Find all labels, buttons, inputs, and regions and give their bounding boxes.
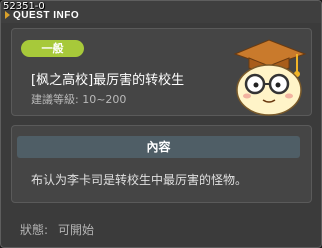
quest-info-window: 52351-0 QUEST INFO 一般 [枫之高校]最厉害的转校生 建議等級… — [0, 0, 322, 248]
quest-name: [枫之高校]最厉害的转校生 — [31, 73, 185, 88]
window-title: QUEST INFO — [13, 10, 80, 21]
title-bullet-icon — [5, 11, 10, 19]
quest-description: 布认为李卡司是转校生中最厉害的怪物。 — [31, 173, 248, 187]
title-bar[interactable]: 52351-0 QUEST INFO — [1, 1, 321, 23]
status-label: 狀態: — [20, 223, 49, 237]
content-section-header: 內容 — [17, 136, 300, 158]
quest-status: 狀態: 可開始 — [20, 221, 104, 238]
graduation-mascot-icon — [233, 39, 307, 116]
level-range: 建議等級: 10~200 — [31, 93, 127, 106]
status-value: 可開始 — [58, 223, 95, 237]
category-badge: 一般 — [21, 40, 84, 57]
